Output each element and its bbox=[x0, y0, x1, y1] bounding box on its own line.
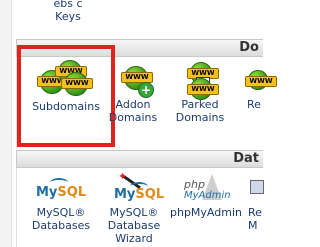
mysql-label-line2: Databases bbox=[31, 219, 91, 232]
mysql-wizard-icon: ✦ MySQL bbox=[114, 170, 165, 202]
wizard-label-line2: Database bbox=[107, 219, 161, 232]
addon-domains-icon: + bbox=[120, 66, 156, 98]
parked-label-line2: Domains bbox=[175, 111, 225, 124]
addon-label-line1: Addon bbox=[115, 98, 151, 111]
remote-label-line2: M bbox=[248, 219, 258, 232]
mysql-icon: MySQL bbox=[36, 178, 86, 202]
phpmyadmin-icon: php MyAdmin bbox=[184, 174, 231, 206]
databases-section-header[interactable]: Dat bbox=[16, 150, 263, 168]
addon-label-line2: Domains bbox=[108, 111, 158, 124]
parked-label-line1: Parked bbox=[181, 98, 219, 111]
domains-header-text: Do bbox=[239, 40, 259, 55]
keys-label-line1: ebs c bbox=[53, 0, 83, 10]
mysql-label-line1: MySQL® bbox=[36, 206, 86, 219]
remote-label-line1: Re bbox=[248, 206, 262, 219]
redirects-icon bbox=[245, 70, 277, 94]
panel-divider bbox=[11, 0, 12, 247]
redirects-label: Re bbox=[247, 98, 261, 111]
wizard-label-line1: MySQL® bbox=[109, 206, 159, 219]
remote-mysql-icon bbox=[250, 180, 264, 202]
highlight-box bbox=[17, 45, 115, 147]
parked-domains-icon: = bbox=[187, 62, 219, 100]
wizard-label-line3: Wizard bbox=[115, 232, 153, 245]
phpmyadmin-label: phpMyAdmin bbox=[170, 206, 242, 219]
keys-link[interactable]: ebs c Keys bbox=[36, 0, 100, 23]
left-rail bbox=[0, 0, 11, 247]
databases-header-text: Dat bbox=[233, 151, 259, 166]
keys-label-line2: Keys bbox=[55, 10, 81, 23]
